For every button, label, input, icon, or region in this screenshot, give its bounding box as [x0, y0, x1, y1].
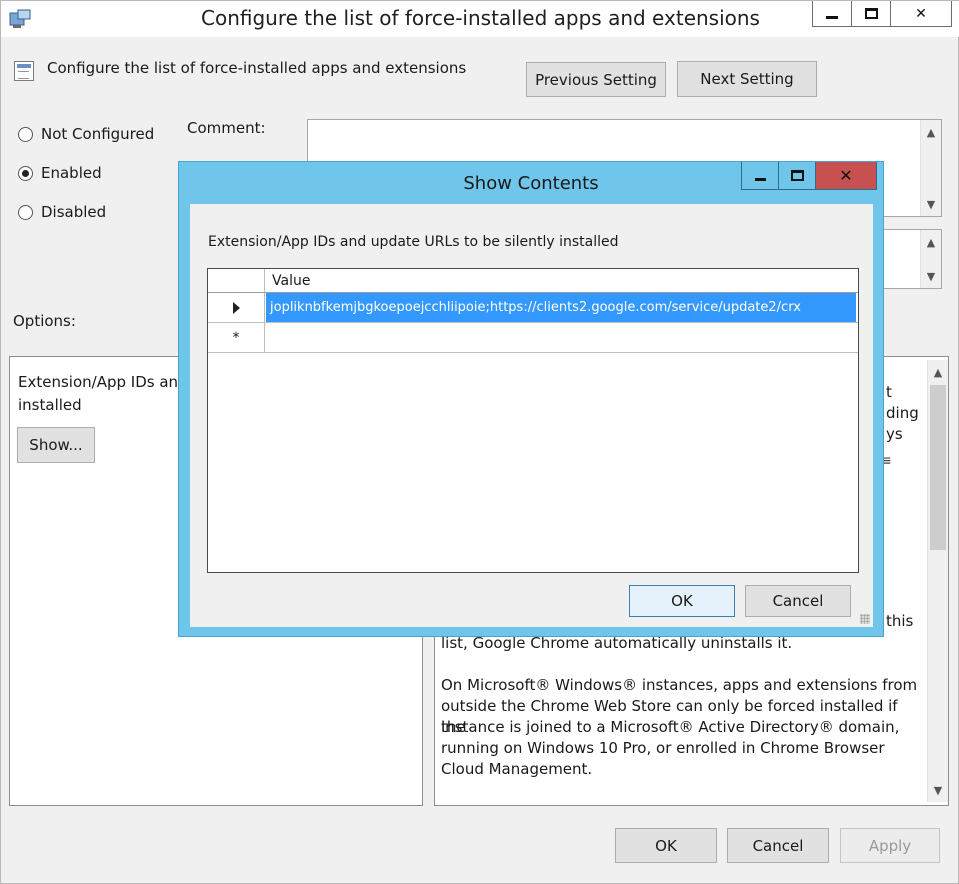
extension-ids-label-line2: installed: [18, 396, 82, 414]
radio-circle-selected[interactable]: [18, 165, 33, 181]
window-titlebar[interactable]: Configure the list of force-installed ap…: [1, 1, 959, 37]
show-button[interactable]: Show...: [17, 427, 95, 463]
extension-ids-label-line1: Extension/App IDs and: [18, 373, 188, 391]
close-icon: ✕: [839, 166, 853, 185]
window-controls: ✕: [812, 1, 952, 27]
row-header[interactable]: [208, 293, 265, 322]
help-text-fragment: this: [886, 612, 914, 630]
scroll-thumb[interactable]: [930, 385, 946, 550]
column-header-value[interactable]: Value: [266, 269, 856, 292]
maximize-icon: [790, 170, 804, 181]
dialog-titlebar[interactable]: Show Contents ✕: [179, 162, 883, 204]
next-setting-button[interactable]: Next Setting: [677, 61, 817, 97]
comment-scrollbar[interactable]: ▲ ▼: [920, 120, 941, 216]
dialog-close-button[interactable]: ✕: [815, 162, 877, 190]
dialog-window-controls: ✕: [741, 162, 877, 190]
minimize-button[interactable]: [812, 1, 852, 27]
help-text-line: Cloud Management.: [441, 760, 593, 778]
minimize-icon: [754, 177, 766, 181]
radio-circle[interactable]: [18, 204, 33, 220]
dialog-client-area: Extension/App IDs and update URLs to be …: [190, 204, 873, 627]
options-label: Options:: [13, 312, 76, 330]
radio-enabled[interactable]: Enabled: [18, 164, 102, 182]
supported-on-scrollbar[interactable]: ▲ ▼: [920, 230, 941, 288]
dialog-maximize-button[interactable]: [778, 162, 816, 190]
dialog-description: Extension/App IDs and update URLs to be …: [208, 234, 619, 250]
scroll-down-arrow-icon[interactable]: ▼: [921, 194, 941, 214]
value-cell[interactable]: [266, 323, 856, 352]
dialog-ok-button[interactable]: OK: [629, 585, 735, 617]
maximize-button[interactable]: [851, 1, 891, 27]
ok-button[interactable]: OK: [615, 828, 717, 863]
previous-setting-button[interactable]: Previous Setting: [526, 62, 666, 97]
radio-circle[interactable]: [18, 126, 33, 142]
radio-label: Disabled: [41, 203, 107, 221]
apply-button[interactable]: Apply: [840, 828, 940, 863]
radio-disabled[interactable]: Disabled: [18, 203, 106, 221]
comment-label: Comment:: [187, 119, 266, 137]
close-button[interactable]: ✕: [890, 1, 952, 27]
help-text-fragment: t: [886, 383, 892, 401]
cancel-button[interactable]: Cancel: [727, 828, 829, 863]
scroll-up-arrow-icon[interactable]: ▲: [928, 362, 948, 382]
radio-label: Enabled: [41, 164, 102, 182]
dialog-minimize-button[interactable]: [741, 162, 779, 190]
show-contents-dialog: Show Contents ✕ Extension/App IDs and up…: [178, 161, 884, 637]
maximize-icon: [864, 8, 878, 19]
help-text-fragment: ding: [886, 404, 919, 422]
setting-name: Configure the list of force-installed ap…: [47, 59, 467, 77]
values-grid[interactable]: Value jopliknbfkemjbgkoepoejcchliipoie;h…: [207, 268, 859, 573]
radio-label: Not Configured: [41, 125, 155, 143]
scroll-down-arrow-icon[interactable]: ▼: [928, 780, 948, 800]
policy-setting-icon: [14, 61, 34, 81]
minimize-icon: [826, 16, 838, 19]
dialog-cancel-button[interactable]: Cancel: [745, 585, 851, 617]
help-text-line: running on Windows 10 Pro, or enrolled i…: [441, 739, 885, 757]
close-icon: ✕: [915, 5, 927, 22]
scroll-up-arrow-icon[interactable]: ▲: [921, 122, 941, 142]
value-cell[interactable]: jopliknbfkemjbgkoepoejcchliipoie;https:/…: [266, 293, 856, 322]
scroll-up-arrow-icon[interactable]: ▲: [921, 232, 941, 252]
scroll-down-arrow-icon[interactable]: ▼: [921, 266, 941, 286]
radio-not-configured[interactable]: Not Configured: [18, 125, 154, 143]
row-header-corner: [208, 269, 265, 292]
help-scrollbar[interactable]: ▲ ▼: [927, 360, 948, 802]
help-text-fragment: ys: [886, 425, 903, 443]
current-row-arrow-icon: [232, 301, 240, 314]
help-text-line: On Microsoft® Windows® instances, apps a…: [441, 676, 918, 694]
grid-new-row[interactable]: *: [208, 323, 858, 353]
help-text-line: instance is joined to a Microsoft® Activ…: [441, 718, 900, 736]
grid-header-row: Value: [208, 269, 858, 293]
new-row-header[interactable]: *: [208, 323, 265, 352]
grid-row[interactable]: jopliknbfkemjbgkoepoejcchliipoie;https:/…: [208, 293, 858, 323]
resize-grip-icon[interactable]: [860, 614, 870, 624]
